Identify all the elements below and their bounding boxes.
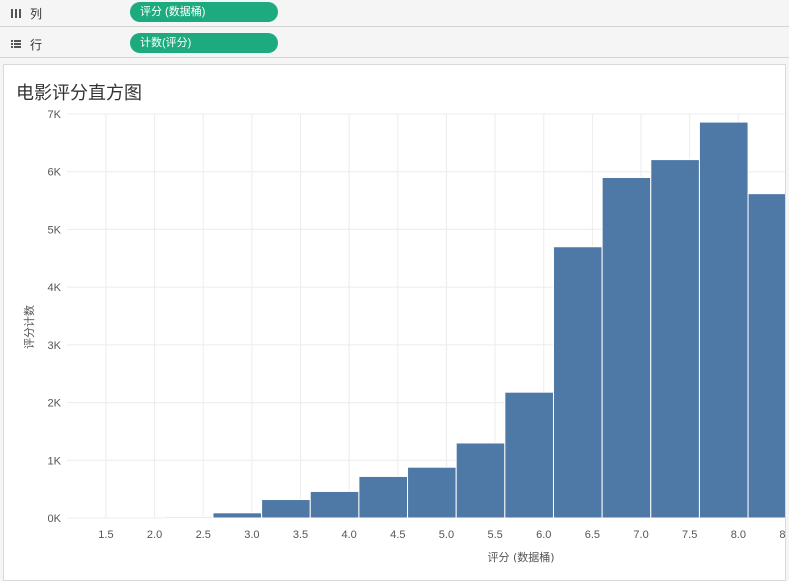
columns-shelf: 列 评分 (数据桶) bbox=[0, 0, 789, 27]
x-tick-label: 3.0 bbox=[244, 529, 259, 541]
histogram-bar bbox=[212, 512, 263, 519]
histogram-bar bbox=[601, 176, 652, 519]
x-tick-label: 1.5 bbox=[98, 529, 113, 541]
y-tick-label: 7K bbox=[48, 109, 62, 121]
histogram-bar bbox=[504, 391, 554, 519]
x-axis-title: 评分 (数据桶) bbox=[487, 550, 554, 564]
columns-shelf-label-area: 列 bbox=[0, 0, 128, 26]
x-tick-label: 2.0 bbox=[147, 529, 162, 541]
histogram-bar bbox=[747, 193, 785, 519]
x-tick-label: 5.0 bbox=[439, 529, 454, 541]
x-tick-label: 8.0 bbox=[731, 529, 746, 541]
rows-shelf: 行 计数(评分) bbox=[0, 31, 789, 58]
y-tick-label: 2K bbox=[48, 398, 62, 410]
y-axis-title: 评分计数 bbox=[23, 305, 36, 349]
rows-shelf-name: 行 bbox=[30, 37, 43, 52]
histogram-bar bbox=[407, 466, 457, 519]
x-tick-label: 7.5 bbox=[682, 529, 697, 541]
histogram-bar bbox=[650, 159, 700, 519]
y-tick-label: 4K bbox=[48, 282, 62, 294]
x-tick-label: 7.0 bbox=[633, 529, 648, 541]
histogram-bar bbox=[163, 516, 214, 519]
x-tick-label: 6.0 bbox=[536, 529, 551, 541]
histogram-bar bbox=[552, 246, 603, 519]
columns-shelf-name: 列 bbox=[30, 6, 43, 21]
columns-pill-rating-bins[interactable]: 评分 (数据桶) bbox=[130, 2, 278, 22]
histogram-bar bbox=[698, 121, 749, 519]
y-tick-label: 5K bbox=[48, 224, 62, 236]
rows-shelf-label-area: 行 bbox=[0, 31, 128, 57]
x-tick-label: 4.5 bbox=[390, 529, 405, 541]
x-tick-label: 2.5 bbox=[196, 529, 211, 541]
columns-icon bbox=[8, 7, 24, 19]
x-tick-label: 5.5 bbox=[487, 529, 502, 541]
y-tick-label: 0K bbox=[48, 513, 62, 525]
histogram-bar bbox=[455, 442, 506, 519]
x-tick-label: 6.5 bbox=[585, 529, 600, 541]
y-tick-label: 3K bbox=[48, 340, 62, 352]
histogram-bar bbox=[358, 475, 409, 519]
x-tick-label: 8.5 bbox=[779, 529, 786, 541]
histogram-chart: 0K 1K 2K 3K 4K 5K 6K 7K 1.5 2.0 2.5 3.0 3.5 4.0 4.5 5.0… bbox=[23, 109, 786, 564]
rows-pill-count-rating[interactable]: 计数(评分) bbox=[130, 33, 278, 53]
x-tick-label: 3.5 bbox=[293, 529, 308, 541]
histogram-bar bbox=[309, 490, 360, 519]
histogram-bar bbox=[261, 499, 311, 519]
y-tick-label: 6K bbox=[48, 167, 62, 179]
y-tick-label: 1K bbox=[48, 455, 62, 467]
x-tick-label: 4.0 bbox=[342, 529, 357, 541]
visualization-pane: 电影评分直方图 0K 1K 2K 3K 4K 5K 6K 7K 1.5 2.0 2.5 3.0 3.5 4… bbox=[3, 64, 786, 581]
rows-icon bbox=[8, 38, 24, 50]
